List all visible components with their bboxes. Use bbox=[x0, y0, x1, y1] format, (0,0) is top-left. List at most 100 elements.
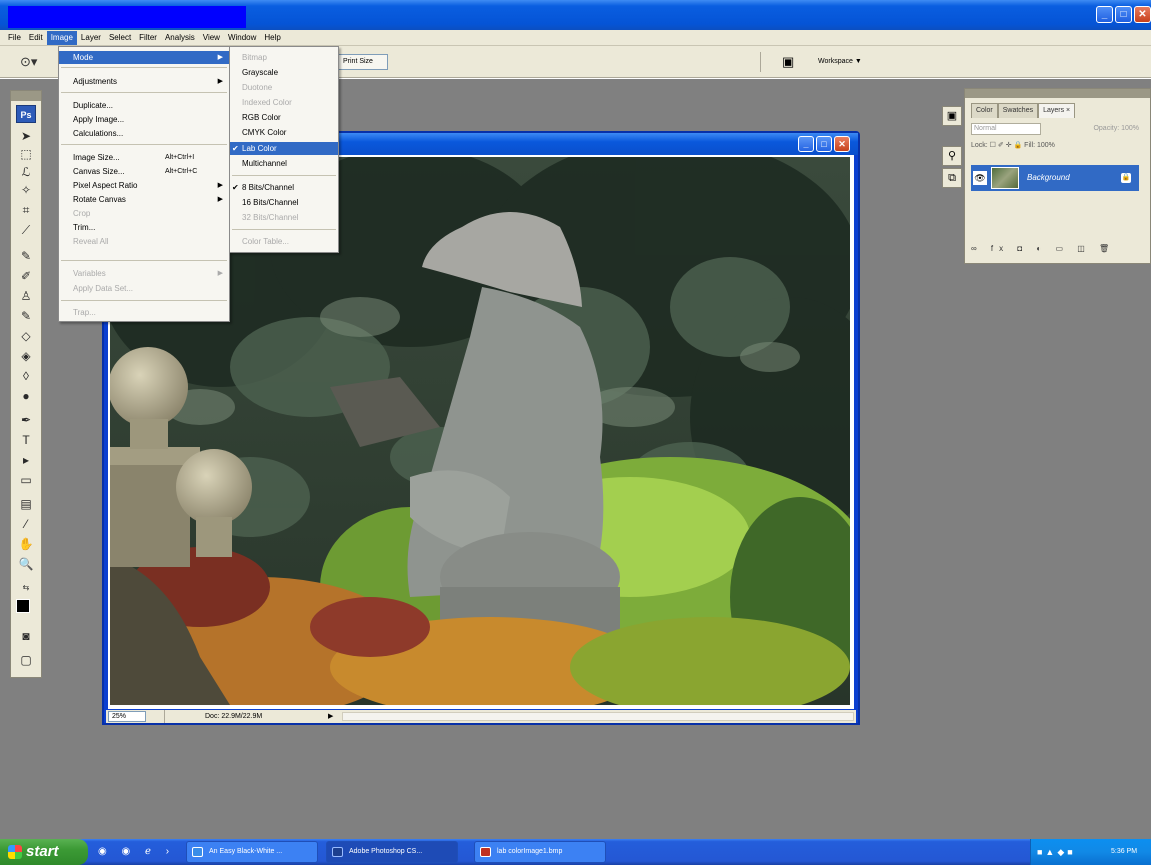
swap-colors-icon[interactable]: ⇆ bbox=[16, 581, 36, 595]
menu-separator bbox=[61, 67, 227, 68]
marquee-tool-icon[interactable]: ⬚ bbox=[16, 147, 36, 161]
taskbar-item-browser[interactable]: An Easy Black-White ... bbox=[186, 841, 318, 863]
notes-tool-icon[interactable]: ▤ bbox=[16, 497, 36, 511]
submenu-arrow-icon: ▶ bbox=[217, 54, 223, 61]
menu-analysis[interactable]: Analysis bbox=[161, 31, 199, 45]
zoom-tool-icon[interactable]: 🔍 bbox=[16, 557, 36, 571]
menu-item-adjustments[interactable]: Adjustments ▶ bbox=[59, 75, 229, 88]
doc-maximize-button[interactable]: □ bbox=[816, 136, 832, 152]
mode-item-lab-color[interactable]: ✔ Lab Color bbox=[230, 142, 338, 155]
menu-view[interactable]: View bbox=[199, 31, 224, 45]
slice-tool-icon[interactable]: ⟋ bbox=[16, 223, 36, 237]
close-button[interactable]: ✕ bbox=[1134, 6, 1151, 23]
menu-item-mode[interactable]: Mode ▶ bbox=[59, 51, 229, 64]
status-menu-arrow-icon[interactable]: ▶ bbox=[328, 710, 333, 723]
menu-separator bbox=[232, 175, 336, 176]
menu-item-variables: Variables ▶ bbox=[73, 269, 223, 278]
magic-wand-tool-icon[interactable]: ✧ bbox=[16, 183, 36, 197]
layers-footer-icons[interactable]: ∞ fx ◘ ◐ ▭ ◫ 🗑 bbox=[971, 242, 1143, 256]
tab-layers[interactable]: Layers × bbox=[1038, 103, 1076, 118]
menu-item-duplicate[interactable]: Duplicate... bbox=[59, 99, 229, 112]
mode-item-16-bits[interactable]: 16 Bits/Channel bbox=[230, 196, 338, 209]
submenu-arrow-icon: ▶ bbox=[217, 182, 223, 189]
mode-item-rgb-color[interactable]: RGB Color bbox=[230, 111, 338, 124]
menu-filter[interactable]: Filter bbox=[135, 31, 161, 45]
dodge-tool-icon[interactable]: ● bbox=[16, 389, 36, 403]
taskbar-item-photoshop[interactable]: Adobe Photoshop CS... bbox=[326, 841, 458, 863]
lock-row[interactable]: Lock: ☐ ✐ ✛ 🔒 Fill: 100% bbox=[971, 140, 1141, 152]
start-button[interactable]: start bbox=[0, 839, 88, 865]
doc-close-button[interactable]: ✕ bbox=[834, 136, 850, 152]
mode-item-cmyk-color[interactable]: CMYK Color bbox=[230, 126, 338, 139]
pen-tool-icon[interactable]: ✒ bbox=[16, 413, 36, 427]
lasso-tool-icon[interactable]: ℒ bbox=[16, 165, 36, 179]
zoom-level-field[interactable]: 25% bbox=[108, 711, 146, 722]
menu-image[interactable]: Image bbox=[46, 30, 77, 45]
photoshop-logo[interactable]: Ps bbox=[16, 105, 36, 123]
maximize-button[interactable]: □ bbox=[1115, 6, 1132, 23]
tray-icons[interactable]: ■▲◆■ bbox=[1037, 846, 1107, 858]
menu-edit[interactable]: Edit bbox=[25, 31, 47, 45]
history-brush-icon[interactable]: ✎ bbox=[16, 309, 36, 323]
menu-help[interactable]: Help bbox=[260, 31, 284, 45]
layer-thumbnail bbox=[991, 167, 1019, 189]
type-tool-icon[interactable]: T bbox=[16, 433, 36, 447]
eraser-tool-icon[interactable]: ◇ bbox=[16, 329, 36, 343]
document-status-bar: 25% Doc: 22.9M/22.9M ▶ bbox=[106, 710, 856, 723]
workspace-button[interactable]: Workspace ▼ bbox=[818, 54, 862, 70]
menu-layer[interactable]: Layer bbox=[77, 31, 105, 45]
menu-item-pixel-aspect-ratio[interactable]: Pixel Aspect Ratio ▶ bbox=[59, 179, 229, 192]
menu-window[interactable]: Window bbox=[224, 31, 260, 45]
menu-item-reveal-all: Reveal All bbox=[73, 237, 109, 246]
menu-item-apply-image[interactable]: Apply Image... bbox=[59, 113, 229, 126]
menu-item-trim[interactable]: Trim... bbox=[59, 221, 229, 234]
move-tool-icon[interactable]: ➤ bbox=[16, 129, 36, 143]
eyedropper-tool-icon[interactable]: ⁄ bbox=[16, 517, 36, 531]
shape-tool-icon[interactable]: ▭ bbox=[16, 473, 36, 487]
layer-comps-palette-icon[interactable]: ⧉ bbox=[942, 168, 962, 188]
layer-name: Background bbox=[1027, 173, 1070, 182]
layer-row-background[interactable]: 👁 Background 🔒 bbox=[971, 165, 1139, 191]
brush-tool-icon[interactable]: ✐ bbox=[16, 269, 36, 283]
menu-select[interactable]: Select bbox=[105, 31, 135, 45]
tool-preset-picker-icon[interactable]: ⊙▾ bbox=[20, 53, 44, 71]
brushes-palette-icon[interactable]: ▣ bbox=[942, 106, 962, 126]
menu-item-rotate-canvas[interactable]: Rotate Canvas ▶ bbox=[59, 193, 229, 206]
menu-file[interactable]: File bbox=[4, 31, 25, 45]
visibility-eye-icon[interactable]: 👁 bbox=[973, 171, 987, 185]
menu-item-canvas-size[interactable]: Canvas Size... Alt+Ctrl+C bbox=[59, 165, 229, 178]
menu-separator bbox=[61, 300, 227, 301]
file-browser-icon[interactable]: ▣ bbox=[782, 54, 802, 70]
opacity-field[interactable]: Opacity: 100% bbox=[1047, 123, 1139, 135]
photoshop-icon bbox=[332, 847, 343, 857]
palette-grip[interactable] bbox=[965, 89, 1150, 98]
taskbar-item-image[interactable]: lab colorImage1.bmp bbox=[474, 841, 606, 863]
menu-item-image-size[interactable]: Image Size... Alt+Ctrl+I bbox=[59, 151, 229, 164]
toolbox-grip[interactable] bbox=[11, 91, 41, 101]
mode-item-grayscale[interactable]: Grayscale bbox=[230, 66, 338, 79]
gradient-tool-icon[interactable]: ◈ bbox=[16, 349, 36, 363]
horizontal-scrollbar[interactable] bbox=[342, 712, 854, 721]
quick-launch-icons[interactable]: ◉ ◉ ℯ › bbox=[98, 845, 178, 859]
print-size-button[interactable]: Print Size bbox=[336, 54, 388, 70]
mode-item-8-bits[interactable]: ✔ 8 Bits/Channel bbox=[230, 181, 338, 194]
hand-tool-icon[interactable]: ✋ bbox=[16, 537, 36, 551]
tool-presets-palette-icon[interactable]: ⚲ bbox=[942, 146, 962, 166]
system-tray: ■▲◆■ 5:36 PM bbox=[1030, 839, 1151, 865]
tab-swatches[interactable]: Swatches bbox=[997, 103, 1039, 118]
mode-item-multichannel[interactable]: Multichannel bbox=[230, 157, 338, 170]
toolbox: Ps ➤ ⬚ ℒ ✧ ⌗ ⟋ ✎ ✐ ♙ ✎ ◇ ◈ ◊ ● ✒ T ▸ ▭ ▤… bbox=[10, 90, 42, 678]
screen-mode-icon[interactable]: ▢ bbox=[16, 653, 36, 667]
blur-tool-icon[interactable]: ◊ bbox=[16, 369, 36, 383]
menu-item-calculations[interactable]: Calculations... bbox=[59, 127, 229, 140]
healing-brush-icon[interactable]: ✎ bbox=[16, 249, 36, 263]
quick-mask-icon[interactable]: ◙ bbox=[16, 629, 36, 643]
minimize-button[interactable]: _ bbox=[1096, 6, 1113, 23]
tab-color[interactable]: Color bbox=[971, 103, 998, 118]
doc-minimize-button[interactable]: _ bbox=[798, 136, 814, 152]
foreground-color-swatch[interactable] bbox=[16, 599, 30, 613]
clone-stamp-icon[interactable]: ♙ bbox=[16, 289, 36, 303]
path-selection-icon[interactable]: ▸ bbox=[16, 453, 36, 467]
crop-tool-icon[interactable]: ⌗ bbox=[16, 203, 36, 217]
blend-mode-select[interactable]: Normal bbox=[971, 123, 1041, 135]
